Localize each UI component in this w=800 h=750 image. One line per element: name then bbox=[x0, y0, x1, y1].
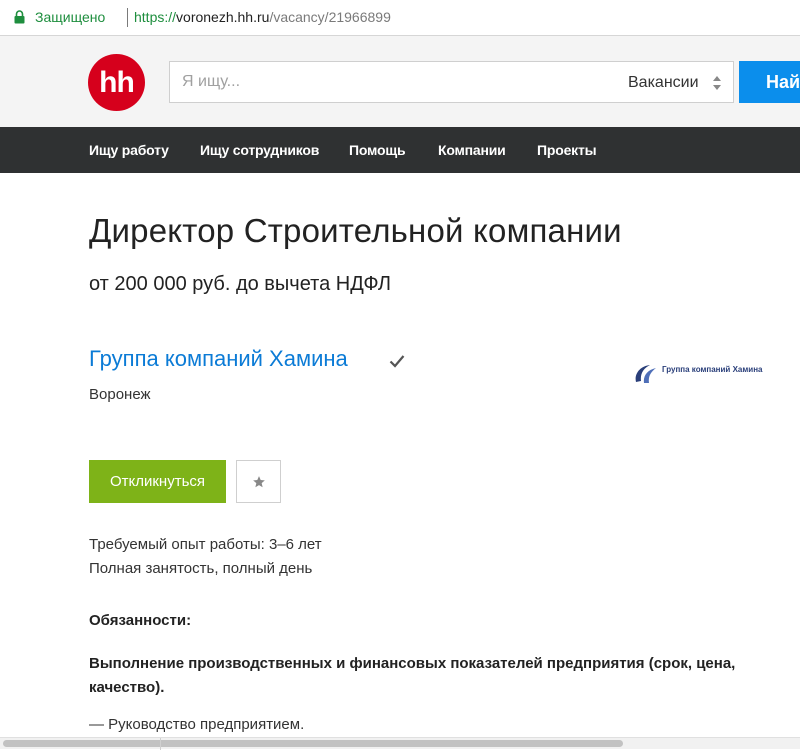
site-header: hh Вакансии Найти bbox=[0, 36, 800, 127]
vacancy-salary: от 200 000 руб. до вычета НДФЛ bbox=[89, 273, 392, 295]
nav-item-job-search[interactable]: Ищу работу bbox=[89, 142, 169, 158]
url-path: /vacancy/21966899 bbox=[269, 9, 391, 25]
lock-icon bbox=[14, 10, 25, 24]
horizontal-scrollbar[interactable] bbox=[0, 737, 800, 750]
scrollbar-thumb[interactable] bbox=[3, 740, 623, 747]
duties-heading: Обязанности: bbox=[89, 612, 192, 629]
duties-lead: Выполнение производственных и финансовых… bbox=[89, 655, 736, 696]
url-text[interactable]: https://voronezh.hh.ru/vacancy/21966899 bbox=[134, 9, 391, 25]
search-button[interactable]: Найти bbox=[739, 61, 800, 103]
star-icon bbox=[252, 475, 265, 487]
apply-button[interactable]: Откликнуться bbox=[89, 460, 226, 503]
secure-label: Защищено bbox=[35, 9, 106, 25]
url-separator bbox=[127, 8, 128, 27]
url-host: voronezh.hh.ru bbox=[176, 9, 270, 25]
scrollbar-divider bbox=[160, 738, 161, 750]
select-arrows-icon bbox=[713, 76, 721, 90]
nav-item-projects[interactable]: Проекты bbox=[537, 142, 597, 158]
vacancy-city: Воронеж bbox=[89, 386, 151, 403]
company-logo-mark bbox=[635, 365, 656, 383]
vacancy-title: Директор Строительной компании bbox=[89, 212, 622, 249]
url-scheme: https:// bbox=[134, 9, 177, 25]
nav-item-companies[interactable]: Компании bbox=[438, 142, 506, 158]
company-logo-text: Группа компаний Хамина bbox=[662, 365, 763, 374]
search-input[interactable] bbox=[169, 61, 617, 103]
employment-text: Полная занятость, полный день bbox=[89, 560, 313, 577]
duty-item: — Руководство предприятием. bbox=[89, 716, 305, 733]
favorite-button[interactable] bbox=[236, 460, 281, 503]
experience-text: Требуемый опыт работы: 3–6 лет bbox=[89, 536, 322, 553]
hh-logo[interactable]: hh bbox=[88, 54, 145, 111]
main-nav: Ищу работу Ищу сотрудников Помощь Компан… bbox=[0, 127, 800, 173]
search-scope-select[interactable]: Вакансии bbox=[616, 61, 734, 103]
company-link[interactable]: Группа компаний Хамина bbox=[89, 346, 348, 372]
nav-item-help[interactable]: Помощь bbox=[349, 142, 406, 158]
search-scope-label: Вакансии bbox=[628, 74, 699, 91]
company-logo[interactable]: Группа компаний Хамина bbox=[632, 360, 762, 390]
browser-address-bar[interactable]: Защищено https://voronezh.hh.ru/vacancy/… bbox=[0, 0, 800, 36]
checkmark-icon bbox=[389, 355, 405, 368]
nav-item-employee-search[interactable]: Ищу сотрудников bbox=[200, 142, 319, 158]
